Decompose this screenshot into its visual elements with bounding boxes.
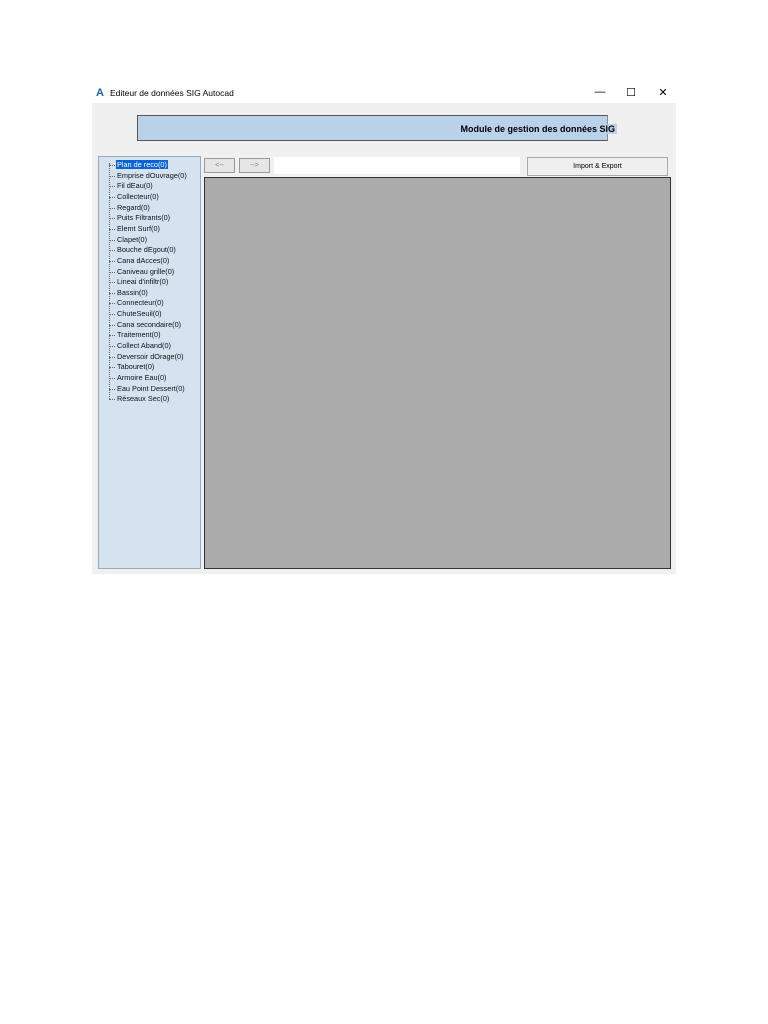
tree-connector [109,165,115,166]
tree-item[interactable]: Caniveau grille(0) [116,267,175,276]
tree-connector [109,207,115,209]
layer-tree[interactable]: Plan de reco(0) Emprise dOuvrage(0) Fil dE… [98,156,201,569]
content-view [204,177,671,569]
tree-connector [109,335,115,337]
tree-item[interactable]: Fil dEau(0) [116,181,154,190]
tree-connector [109,314,115,316]
tree-item[interactable]: Collecteur(0) [116,192,160,201]
window-body: Module de gestion des données SIG Plan d… [92,103,676,574]
tree-connector [109,239,115,241]
tree-connector [109,378,115,379]
tree-connector [109,292,115,294]
tree-item[interactable]: Emprise dOuvrage(0) [116,171,188,180]
tree-connector [109,260,115,262]
forward-button[interactable]: --> [239,158,270,173]
tree-connector [109,186,115,188]
tree-item[interactable]: Clapet(0) [116,235,148,244]
tree-item[interactable]: Cana secondaire(0) [116,320,182,329]
app-icon: A [96,87,104,99]
window-title: Editeur de données SIG Autocad [110,88,234,98]
tree-connector [109,250,115,252]
tree-connector [109,218,115,220]
tree-item[interactable]: Bouche dEgout(0) [116,245,177,254]
tree-item[interactable]: Armoire Eau(0) [116,373,167,382]
banner-title: Module de gestion des données SIG [458,124,617,134]
tree-item[interactable]: Bassin(0) [116,288,149,297]
address-field[interactable] [274,157,520,174]
import-export-tab[interactable]: Import & Export [527,157,668,176]
tree-item[interactable]: Traitement(0) [116,330,162,339]
tree-item[interactable]: ChuteSeuil(0) [116,309,163,318]
close-button[interactable]: ✕ [655,86,671,99]
tree-item[interactable]: Tabouret(0) [116,362,155,371]
tree-item[interactable]: Deversoir dOrage(0) [116,352,185,361]
tree-connector [109,175,115,177]
tree-item[interactable]: Plan de reco(0) [116,160,168,169]
tree-connector [109,346,115,348]
maximize-button[interactable]: ☐ [623,86,639,99]
tree-connector [109,388,115,390]
tree-connector [109,356,115,358]
tree-connector [109,324,115,326]
tree-connector [109,399,115,401]
tree-line [109,163,110,399]
tree-connector [109,303,115,305]
tree-item[interactable]: Elemt Surf(0) [116,224,161,233]
tree-item[interactable]: Connecteur(0) [116,298,165,307]
tree-connector [109,271,115,273]
tree-item[interactable]: Lineai d'infiltr(0) [116,277,169,286]
tree-item[interactable]: Regard(0) [116,203,151,212]
module-banner: Module de gestion des données SIG [137,115,617,141]
tree-item[interactable]: Collect Aband(0) [116,341,172,350]
tree-connector [109,282,115,284]
tree-connector [109,228,115,230]
tree-item[interactable]: Puits Filtrants(0) [116,213,171,222]
tree-connector [109,367,115,369]
back-button[interactable]: <-- [204,158,235,173]
tree-connector [109,196,115,198]
title-bar: A Editeur de données SIG Autocad — ☐ ✕ [92,84,676,103]
tree-item[interactable]: Eau Point Dessert(0) [116,384,186,393]
minimize-button[interactable]: — [592,86,608,98]
tree-item[interactable]: Cana dAcces(0) [116,256,170,265]
tree-item[interactable]: Réseaux Sec(0) [116,394,170,403]
